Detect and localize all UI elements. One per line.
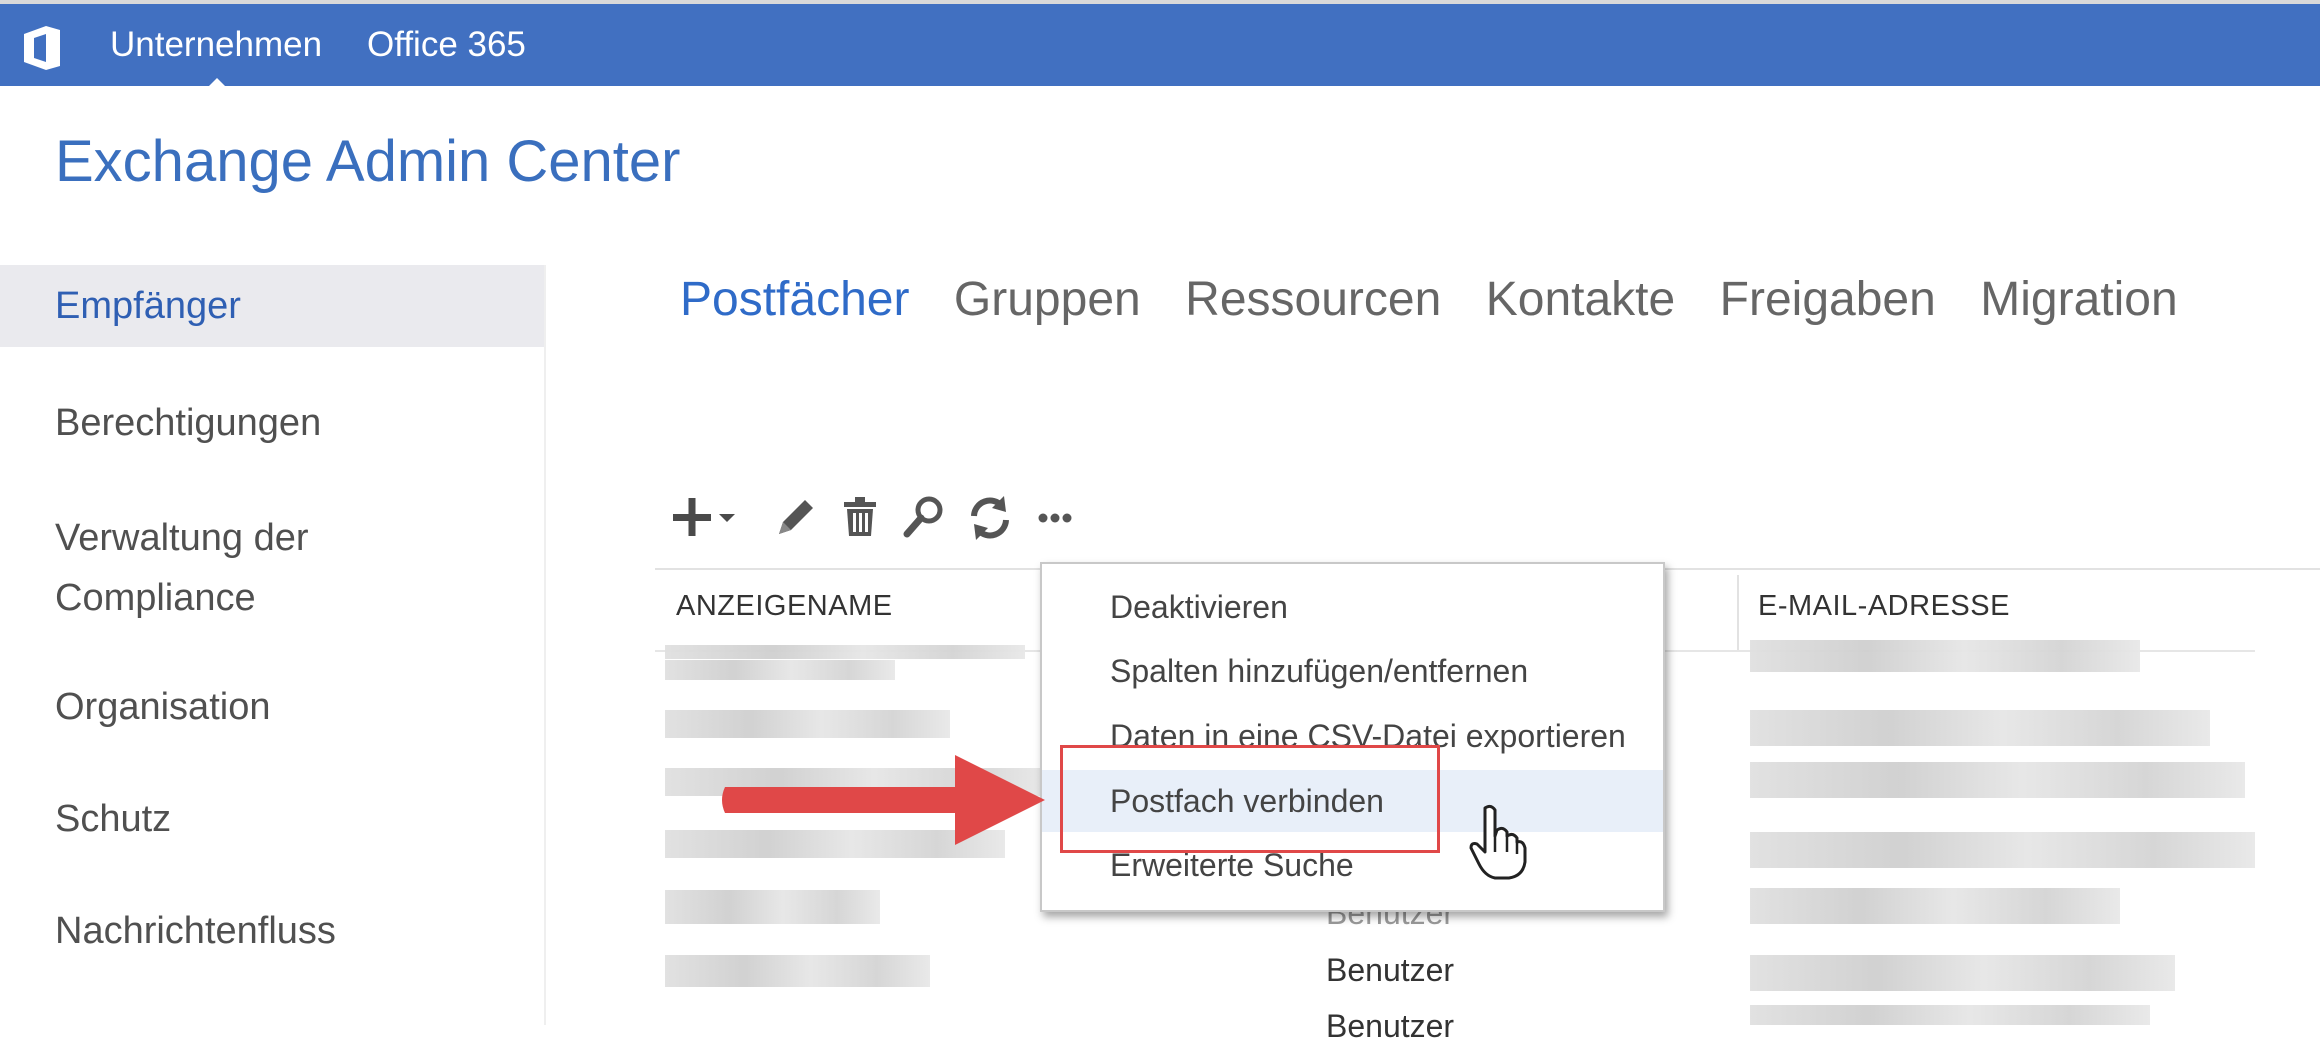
active-nav-indicator (207, 78, 227, 88)
blurred-cell (665, 660, 895, 680)
column-header-email[interactable]: E-MAIL-ADRESSE (1758, 590, 2010, 623)
blurred-cell (1750, 888, 2120, 924)
sidebar-item-label: Verwaltung der (55, 517, 309, 559)
blurred-cell (665, 890, 880, 924)
sidebar-item-schutz[interactable]: Schutz (0, 789, 545, 849)
tab-bar: Postfächer Gruppen Ressourcen Kontakte F… (680, 272, 2218, 342)
top-navigation-bar: Unternehmen Office 365 (0, 0, 2320, 88)
tab-migration[interactable]: Migration (1980, 272, 2177, 327)
tab-freigaben[interactable]: Freigaben (1720, 272, 1936, 327)
sidebar-item-organisation[interactable]: Organisation (0, 677, 545, 737)
tab-gruppen[interactable]: Gruppen (954, 272, 1141, 327)
page-title: Exchange Admin Center (55, 129, 681, 194)
blurred-cell (1750, 832, 2255, 868)
sidebar-item-label: Compliance (55, 577, 256, 619)
hand-cursor-icon (1469, 804, 1527, 880)
menu-item-deaktivieren[interactable]: Deaktivieren (1042, 576, 1663, 638)
refresh-icon[interactable] (960, 488, 1020, 548)
nav-unternehmen[interactable]: Unternehmen (110, 4, 322, 86)
tab-kontakte[interactable]: Kontakte (1486, 272, 1675, 327)
blurred-cell (665, 645, 1025, 659)
column-header-anzeigename[interactable]: ANZEIGENAME (676, 590, 893, 623)
tab-postfaecher[interactable]: Postfächer (680, 272, 909, 327)
more-options-menu: Deaktivieren Spalten hinzufügen/entferne… (1040, 562, 1665, 912)
sidebar: Empfänger Berechtigungen Verwaltung der … (0, 265, 545, 1025)
blurred-cell (1750, 955, 2175, 991)
tab-ressourcen[interactable]: Ressourcen (1185, 272, 1441, 327)
sidebar-item-nachrichtenfluss[interactable]: Nachrichtenfluss (0, 901, 545, 961)
sidebar-item-empfaenger[interactable]: Empfänger (0, 265, 545, 347)
sidebar-divider (544, 265, 546, 1025)
cell-type: Benutzer (1326, 952, 1455, 988)
blurred-cell (1750, 640, 2140, 672)
blurred-cell (1750, 762, 2245, 798)
blurred-cell (1750, 710, 2210, 746)
sidebar-item-berechtigungen[interactable]: Berechtigungen (0, 393, 545, 453)
red-arrow-icon (722, 755, 1045, 845)
nav-office-365[interactable]: Office 365 (367, 4, 526, 86)
chevron-down-icon[interactable] (715, 488, 739, 548)
delete-icon[interactable] (830, 488, 890, 548)
cell-type: Benutzer (1326, 1008, 1455, 1044)
blurred-cell (665, 955, 930, 987)
highlight-box (1060, 745, 1440, 853)
blurred-cell (665, 710, 950, 738)
column-divider (1737, 575, 1739, 650)
sidebar-item-verwaltung-der-compliance[interactable]: Verwaltung der Compliance (0, 508, 545, 628)
search-icon[interactable] (895, 488, 955, 548)
blurred-cell (1750, 1005, 2150, 1025)
menu-item-spalten[interactable]: Spalten hinzufügen/entfernen (1042, 640, 1663, 702)
office-logo-icon[interactable] (20, 24, 66, 72)
edit-icon[interactable] (765, 488, 825, 548)
more-icon[interactable] (1025, 488, 1085, 548)
